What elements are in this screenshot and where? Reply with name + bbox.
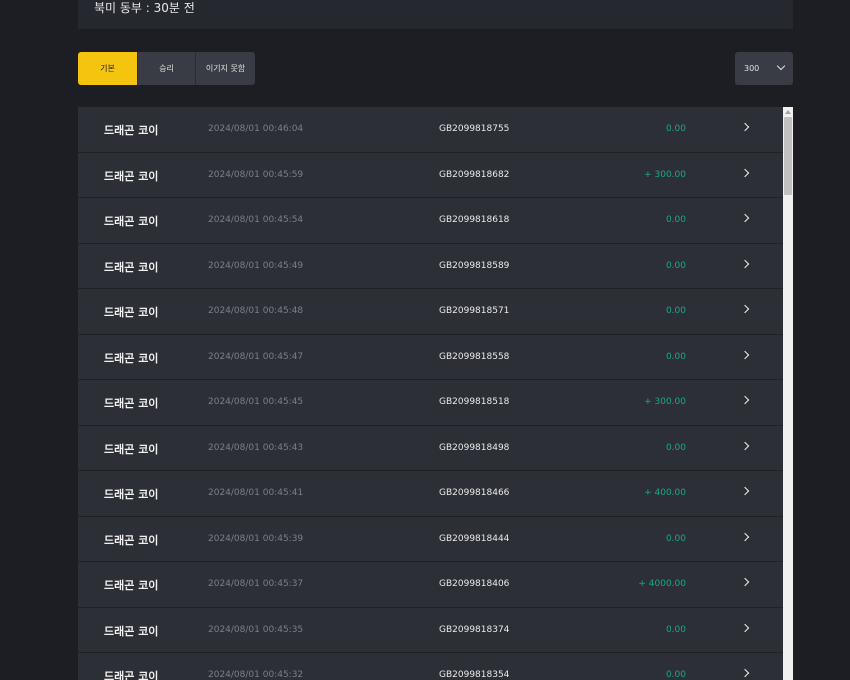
region-status-text: 북미 동부 : 30분 전	[94, 1, 195, 15]
win-amount: + 4000.00	[638, 579, 686, 589]
round-time: 2024/08/01 00:45:39	[208, 533, 304, 544]
page-size-select[interactable]: 300	[735, 52, 793, 85]
chevron-right-icon[interactable]	[740, 168, 750, 177]
win-amount: 0.00	[665, 351, 686, 362]
filter-tabs: 기본 승리 이기지 못함	[78, 52, 255, 85]
win-amount: 0.00	[665, 624, 686, 635]
game-name: 드래곤 코이	[104, 260, 159, 274]
round-id: GB2099818444	[439, 533, 510, 544]
game-name: 드래곤 코이	[104, 397, 159, 410]
game-name: 드래곤 코이	[104, 215, 159, 228]
game-name: 드래곤 코이	[104, 579, 159, 592]
history-row[interactable]: 드래곤 코이 2024/08/01 00:45:32 GB2099818354 0.0…	[78, 653, 783, 680]
scrollbar[interactable]	[783, 107, 793, 680]
chevron-down-icon	[776, 61, 786, 71]
win-amount: 0.00	[665, 124, 686, 134]
chevron-right-icon[interactable]	[740, 395, 750, 405]
chevron-right-icon[interactable]	[740, 623, 750, 632]
win-amount: 0.00	[665, 442, 686, 453]
round-time: 2024/08/01 00:45:35	[208, 624, 304, 635]
round-id: GB2099818466	[439, 488, 510, 498]
history-row[interactable]: 드래곤 코이 2024/08/01 00:45:54 GB2099818618 0.0…	[78, 198, 783, 244]
round-id: GB2099818755	[439, 124, 510, 134]
chevron-right-icon[interactable]	[740, 668, 750, 678]
game-name: 드래곤 코이	[104, 124, 159, 137]
page-size-value: 300	[744, 64, 760, 73]
round-id: GB2099818571	[439, 306, 510, 316]
win-amount: + 300.00	[644, 169, 686, 180]
history-row[interactable]: 드래곤 코이 2024/08/01 00:45:48 GB2099818571 0.0…	[78, 289, 783, 335]
game-name: 드래곤 코이	[104, 533, 159, 547]
round-id: GB2099818498	[439, 442, 510, 453]
round-id: GB2099818406	[439, 579, 510, 589]
chevron-right-icon[interactable]	[740, 577, 750, 587]
round-time: 2024/08/01 00:45:49	[208, 260, 304, 271]
game-name: 드래곤 코이	[104, 624, 159, 638]
win-amount: 0.00	[665, 533, 686, 544]
history-row[interactable]: 드래곤 코이 2024/08/01 00:45:49 GB2099818589 0.0…	[78, 243, 783, 289]
win-amount: + 300.00	[644, 397, 686, 407]
round-time: 2024/08/01 00:45:48	[208, 306, 304, 316]
round-time: 2024/08/01 00:45:43	[208, 442, 304, 453]
history-row[interactable]: 드래곤 코이 2024/08/01 00:46:04 GB2099818755 0.0…	[78, 107, 783, 153]
round-id: GB2099818618	[439, 215, 510, 225]
game-name: 드래곤 코이	[104, 488, 159, 501]
chevron-right-icon[interactable]	[740, 350, 750, 359]
history-row[interactable]: 드래곤 코이 2024/08/01 00:45:41 GB2099818466 + 4…	[78, 471, 783, 517]
game-name: 드래곤 코이	[104, 351, 159, 365]
game-name: 드래곤 코이	[104, 169, 159, 183]
chevron-right-icon[interactable]	[740, 304, 750, 314]
history-row[interactable]: 드래곤 코이 2024/08/01 00:45:43 GB2099818498 0.0…	[78, 425, 783, 471]
game-name: 드래곤 코이	[104, 306, 159, 319]
history-row[interactable]: 드래곤 코이 2024/08/01 00:45:35 GB2099818374 0.0…	[78, 607, 783, 653]
round-id: GB2099818682	[439, 169, 510, 180]
history-row[interactable]: 드래곤 코이 2024/08/01 00:45:47 GB2099818558 0.0…	[78, 334, 783, 380]
chevron-right-icon[interactable]	[740, 213, 750, 223]
scroll-up-icon[interactable]	[785, 110, 791, 114]
scrollbar-thumb[interactable]	[784, 117, 792, 195]
round-time: 2024/08/01 00:46:04	[208, 124, 304, 134]
round-time: 2024/08/01 00:45:41	[208, 488, 304, 498]
round-time: 2024/08/01 00:45:32	[208, 670, 304, 680]
game-name: 드래곤 코이	[104, 442, 159, 456]
round-time: 2024/08/01 00:45:37	[208, 579, 304, 589]
chevron-right-icon[interactable]	[740, 532, 750, 541]
history-row[interactable]: 드래곤 코이 2024/08/01 00:45:45 GB2099818518 + 3…	[78, 380, 783, 426]
chevron-right-icon[interactable]	[740, 259, 750, 268]
round-time: 2024/08/01 00:45:54	[208, 215, 304, 225]
round-id: GB2099818354	[439, 670, 510, 680]
history-row[interactable]: 드래곤 코이 2024/08/01 00:45:37 GB2099818406 + 4…	[78, 562, 783, 608]
chevron-right-icon[interactable]	[740, 122, 750, 132]
win-amount: + 400.00	[644, 488, 686, 498]
round-id: GB2099818518	[439, 397, 510, 407]
history-list: 드래곤 코이 2024/08/01 00:46:04 GB2099818755 0.0…	[78, 107, 783, 680]
round-id: GB2099818374	[439, 624, 510, 635]
tab-default[interactable]: 기본	[78, 52, 137, 85]
win-amount: 0.00	[665, 670, 686, 680]
win-amount: 0.00	[665, 215, 686, 225]
tab-win[interactable]: 승리	[137, 52, 195, 85]
round-time: 2024/08/01 00:45:45	[208, 397, 304, 407]
history-row[interactable]: 드래곤 코이 2024/08/01 00:45:59 GB2099818682 + 3…	[78, 152, 783, 198]
round-time: 2024/08/01 00:45:47	[208, 351, 304, 362]
win-amount: 0.00	[665, 306, 686, 316]
region-status-bar: 북미 동부 : 30분 전	[78, 0, 793, 29]
history-row[interactable]: 드래곤 코이 2024/08/01 00:45:39 GB2099818444 0.0…	[78, 516, 783, 562]
chevron-right-icon[interactable]	[740, 441, 750, 450]
win-amount: 0.00	[665, 260, 686, 271]
round-time: 2024/08/01 00:45:59	[208, 169, 304, 180]
game-name: 드래곤 코이	[104, 670, 159, 680]
chevron-right-icon[interactable]	[740, 486, 750, 496]
tab-no-win[interactable]: 이기지 못함	[195, 52, 255, 85]
round-id: GB2099818589	[439, 260, 510, 271]
round-id: GB2099818558	[439, 351, 510, 362]
